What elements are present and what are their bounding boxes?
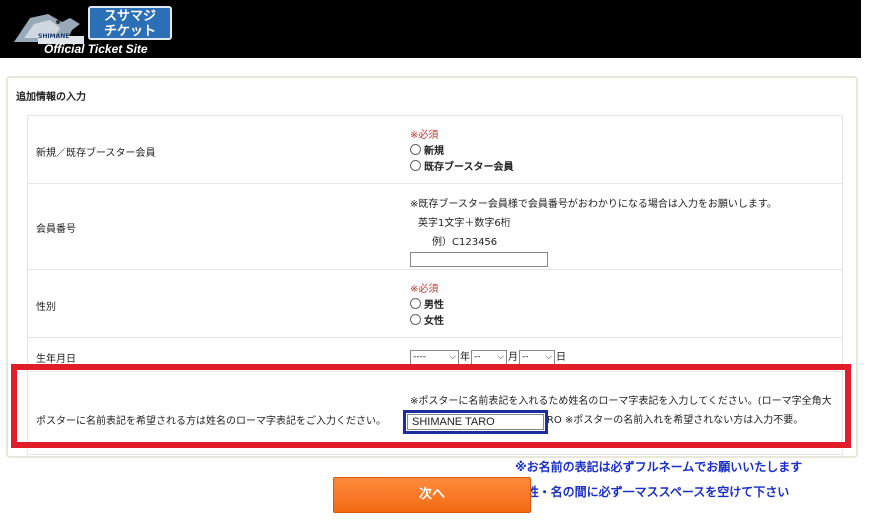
chevron-down-icon: ⌵: [545, 351, 552, 362]
member-number-label: 会員番号: [36, 224, 76, 235]
space-note: ※姓・名の間に必ず一マススペースを空けて下さい: [515, 485, 790, 499]
required-mark: ※必須: [410, 130, 439, 141]
birth-day-select[interactable]: -- ⌵: [519, 349, 555, 365]
logo-badge: スサマジ チケット: [88, 6, 172, 40]
radio-option-male[interactable]: 男性: [410, 295, 444, 311]
poster-name-input-frame: SHIMANE TARO: [403, 410, 548, 434]
site-logo[interactable]: SHIMANE スサマジ チケット Official Ticket Site: [8, 4, 172, 56]
fullname-note: ※お名前の表記は必ずフルネームでお願いいたします: [515, 460, 803, 474]
birthdate-label: 生年月日: [36, 354, 76, 365]
radio-button[interactable]: [410, 313, 421, 325]
member-number-note: ※既存ブースター会員様で会員番号がおわかりになる場合は入力をお願いします。: [410, 199, 777, 210]
radio-label: 女性: [424, 315, 444, 327]
member-number-input[interactable]: [410, 252, 548, 267]
member-type-field: ※必須 新規 既存ブースター会員: [410, 126, 514, 173]
select-value: --: [474, 351, 481, 362]
member-type-row: 新規／既存ブースター会員 ※必須 新規 既存ブースター会員: [28, 116, 842, 184]
member-number-example: 例）C123456: [432, 237, 498, 248]
member-type-label: 新規／既存ブースター会員: [36, 148, 156, 159]
member-number-field: ※既存ブースター会員様で会員番号がおわかりになる場合は入力をお願いします。 英字…: [410, 195, 777, 267]
next-button[interactable]: 次へ: [333, 477, 531, 513]
radio-label: 男性: [424, 299, 444, 311]
radio-label: 新規: [424, 145, 444, 157]
logo-small-text: SHIMANE: [38, 33, 70, 40]
chevron-down-icon: ⌵: [497, 351, 504, 362]
logo-badge-line1: スサマジ: [103, 9, 156, 24]
panel-title: 追加情報の入力: [16, 92, 86, 103]
birthdate-field: ---- ⌵ 年 -- ⌵ 月 -- ⌵ 日: [410, 348, 567, 365]
year-unit: 年: [460, 352, 470, 363]
radio-option-existing-member[interactable]: 既存ブースター会員: [410, 157, 514, 173]
radio-button[interactable]: [410, 143, 421, 155]
radio-button[interactable]: [410, 297, 421, 309]
highlight-frame: [11, 364, 851, 448]
radio-option-new[interactable]: 新規: [410, 141, 514, 157]
month-unit: 月: [508, 352, 518, 363]
radio-option-female[interactable]: 女性: [410, 311, 444, 327]
gender-row: 性別 ※必須 男性 女性: [28, 270, 842, 338]
site-header: SHIMANE スサマジ チケット Official Ticket Site: [0, 0, 861, 58]
birth-year-select[interactable]: ---- ⌵: [410, 349, 459, 365]
member-number-format: 英字1文字＋数字6桁: [418, 218, 511, 229]
logo-badge-line2: チケット: [103, 24, 156, 39]
logo-tagline: Official Ticket Site: [44, 42, 148, 56]
gender-field: ※必須 男性 女性: [410, 280, 444, 327]
day-unit: 日: [556, 352, 566, 363]
required-mark: ※必須: [410, 284, 439, 295]
select-value: --: [522, 351, 529, 362]
radio-button[interactable]: [410, 159, 421, 171]
birth-month-select[interactable]: -- ⌵: [471, 349, 507, 365]
select-value: ----: [413, 351, 426, 362]
radio-label: 既存ブースター会員: [424, 161, 514, 173]
poster-name-input[interactable]: SHIMANE TARO: [407, 414, 544, 430]
chevron-down-icon: ⌵: [449, 351, 456, 362]
gender-label: 性別: [36, 302, 56, 313]
member-number-row: 会員番号 ※既存ブースター会員様で会員番号がおわかりになる場合は入力をお願いしま…: [28, 184, 842, 270]
